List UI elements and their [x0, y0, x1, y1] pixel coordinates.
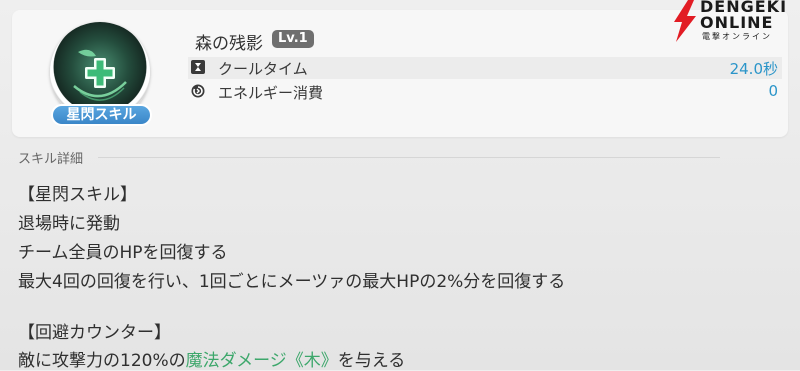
- section-divider: [98, 157, 720, 158]
- description-line: 【星閃スキル】: [18, 185, 137, 205]
- skill-type-badge: 星閃スキル: [51, 104, 152, 126]
- text-segment: 敵に攻撃力の120%の: [18, 351, 186, 371]
- description-line: チーム全員のHPを回復する: [18, 243, 228, 263]
- logo-text-online: ONLINE: [700, 13, 774, 32]
- skill-level-badge: Lv.1: [272, 30, 314, 48]
- stat-label: エネルギー消費: [218, 84, 324, 102]
- dengeki-online-logo: DENGEKI ONLINE 電撃オンライン: [666, 0, 800, 44]
- description-line: 退場時に発動: [18, 214, 120, 234]
- magic-damage-highlight: 魔法ダメージ《木》: [185, 351, 338, 371]
- description-line: 最大4回の回復を行い、1回ごとにメーツァの最大HPの2%分を回復する: [18, 272, 566, 292]
- skill-name: 森の残影: [195, 34, 263, 54]
- description-line: 【回避カウンター】: [18, 323, 171, 343]
- stat-label: クールタイム: [218, 60, 308, 78]
- description-line-damage: 敵に攻撃力の120%の魔法ダメージ《木》を与える: [18, 346, 405, 371]
- stat-value: 24.0秒: [729, 60, 778, 78]
- hourglass-icon: [191, 60, 205, 74]
- energy-icon: [191, 84, 205, 98]
- stat-row-energy: エネルギー消費 0: [188, 81, 782, 103]
- logo-text-jp: 電撃オンライン: [702, 32, 772, 41]
- text-segment: を与える: [337, 351, 406, 371]
- section-label-skill-details: スキル詳細: [18, 152, 84, 167]
- stat-value: 0: [768, 82, 778, 100]
- stat-row-cooldown: クールタイム 24.0秒: [188, 57, 782, 79]
